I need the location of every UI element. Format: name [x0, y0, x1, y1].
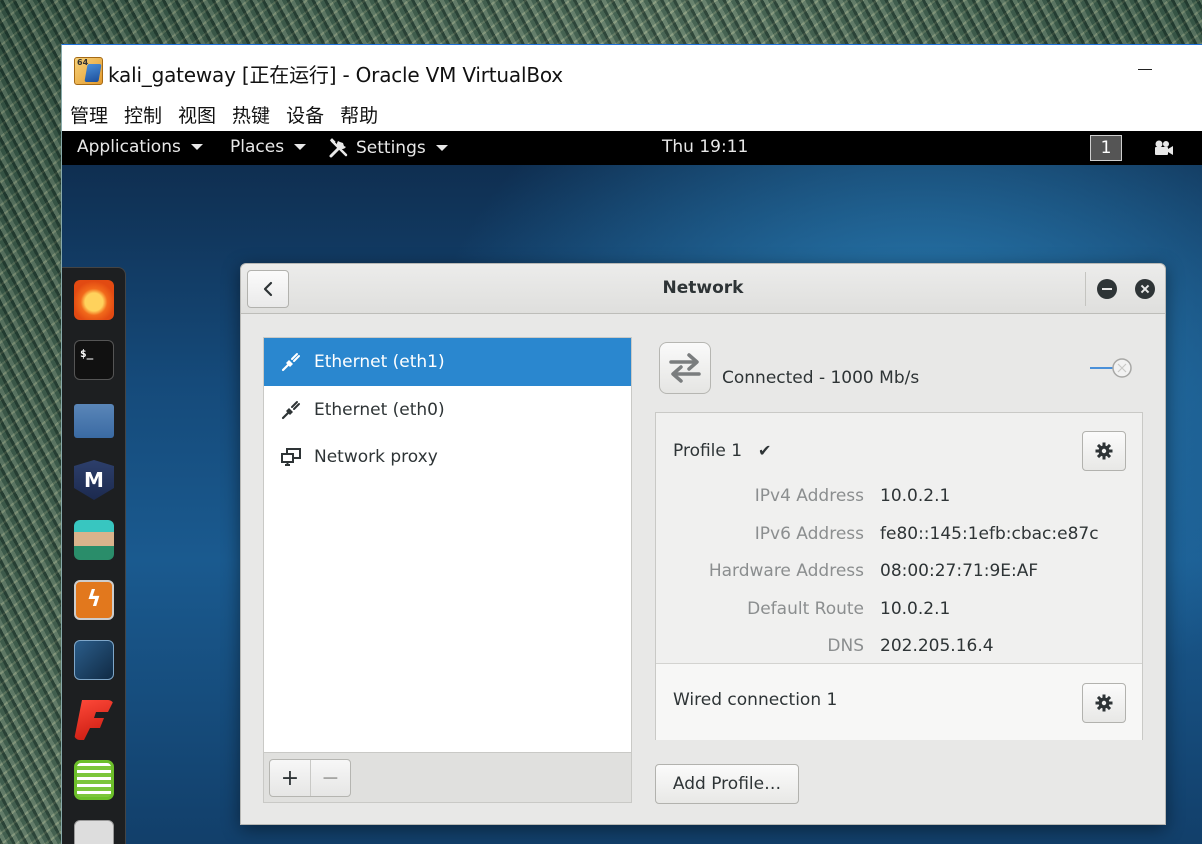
video-camera-icon[interactable] — [1152, 139, 1174, 157]
profile-name: Profile 1 — [673, 441, 743, 461]
device-label: Ethernet (eth1) — [314, 352, 445, 372]
device-row-eth1[interactable]: Ethernet (eth1) — [264, 338, 631, 386]
menu-devices[interactable]: 设备 — [278, 101, 332, 131]
dialog-header[interactable]: Network — [241, 264, 1165, 314]
firefox-icon[interactable] — [74, 280, 114, 320]
virtualbox-window: kali_gateway [正在运行] - Oracle VM VirtualB… — [61, 44, 1202, 844]
vbox-menubar: 管理 控制 视图 热键 设备 帮助 — [62, 101, 386, 131]
show-apps-icon[interactable] — [74, 820, 114, 844]
gnome-top-bar: Applications Places Settings Thu 19:11 1 — [62, 131, 1202, 165]
maltego-icon[interactable] — [74, 640, 114, 680]
gear-icon — [1095, 442, 1113, 460]
hardware-address-label: Hardware Address — [708, 561, 864, 581]
ipv6-value: fe80::145:1efb:cbac:e87c — [880, 524, 1099, 544]
files-icon[interactable] — [74, 404, 114, 438]
dock: $_ M ϟ — [62, 267, 126, 844]
device-list: Ethernet (eth1) Ethernet (eth0) Network … — [263, 337, 632, 753]
transfer-arrows-icon — [669, 353, 701, 383]
device-label: Ethernet (eth0) — [314, 400, 445, 420]
hardware-address-row: Hardware Address 08:00:27:71:9E:AF — [656, 561, 1142, 585]
ipv4-row: IPv4 Address 10.0.2.1 — [656, 486, 1142, 510]
leafpad-icon[interactable] — [74, 760, 114, 800]
burpsuite-icon[interactable]: ϟ — [74, 580, 114, 620]
workspace-indicator[interactable]: 1 — [1090, 135, 1122, 161]
dns-value: 202.205.16.4 — [880, 636, 994, 656]
active-check-icon: ✔ — [758, 441, 772, 460]
default-route-value: 10.0.2.1 — [880, 599, 951, 619]
dns-label: DNS — [827, 636, 864, 656]
menu-help[interactable]: 帮助 — [332, 101, 386, 131]
guest-desktop: Applications Places Settings Thu 19:11 1… — [62, 131, 1202, 844]
wired-plug-icon — [281, 401, 300, 420]
add-profile-button[interactable]: Add Profile… — [655, 764, 799, 804]
network-proxy-icon — [281, 448, 301, 466]
menu-control[interactable]: 控制 — [116, 101, 170, 131]
menu-manage[interactable]: 管理 — [62, 101, 116, 131]
armitage-icon[interactable] — [74, 520, 114, 560]
menu-hotkeys[interactable]: 热键 — [224, 101, 278, 131]
connection-icon — [659, 342, 711, 394]
virtualbox-app-icon — [74, 57, 103, 85]
wired-plug-icon — [281, 353, 300, 372]
minimize-window-button[interactable] — [1138, 69, 1152, 70]
dialog-title: Network — [662, 278, 744, 298]
places-label: Places — [230, 137, 285, 157]
metasploit-icon[interactable]: M — [74, 460, 114, 500]
remove-device-button[interactable]: − — [309, 760, 350, 796]
add-device-button[interactable]: + — [270, 760, 310, 796]
clock-label: Thu 19:11 — [662, 137, 749, 157]
connection-toggle-switch[interactable] — [1089, 356, 1135, 380]
default-route-row: Default Route 10.0.2.1 — [656, 599, 1142, 623]
tools-icon — [329, 138, 348, 158]
dns-row: DNS 202.205.16.4 — [656, 636, 1142, 660]
ipv6-row: IPv6 Address fe80::145:1efb:cbac:e87c — [656, 524, 1142, 548]
device-label: Network proxy — [314, 447, 438, 467]
clock[interactable]: Thu 19:11 — [662, 137, 748, 157]
places-menu[interactable]: Places — [230, 137, 307, 157]
window-title: kali_gateway [正在运行] - Oracle VM VirtualB… — [108, 63, 563, 87]
profile-panel: Profile 1 ✔ IPv4 Address 10.0.2.1 IPv6 A… — [655, 412, 1143, 740]
settings-menu[interactable]: Settings — [328, 137, 448, 159]
ipv4-value: 10.0.2.1 — [880, 486, 951, 506]
terminal-icon[interactable]: $_ — [74, 340, 114, 380]
header-separator — [1085, 272, 1086, 306]
profile-settings-button[interactable] — [1082, 431, 1126, 471]
device-row-eth0[interactable]: Ethernet (eth0) — [264, 386, 631, 434]
dropdown-arrow-icon — [435, 145, 448, 151]
wired-connection-row: Wired connection 1 — [656, 664, 1142, 740]
dropdown-arrow-icon — [190, 144, 203, 150]
settings-label: Settings — [356, 138, 426, 158]
network-settings-dialog: Network Ethernet (eth1) Ethernet (eth0) … — [240, 263, 1166, 825]
close-button[interactable] — [1135, 279, 1155, 299]
minimize-button[interactable] — [1097, 279, 1117, 299]
wired-connection-settings-button[interactable] — [1082, 683, 1126, 723]
dropdown-arrow-icon — [294, 144, 307, 150]
ipv6-label: IPv6 Address — [754, 524, 864, 544]
hardware-address-value: 08:00:27:71:9E:AF — [880, 561, 1039, 581]
faraday-icon[interactable] — [74, 700, 114, 740]
applications-menu[interactable]: Applications — [77, 137, 203, 157]
menu-view[interactable]: 视图 — [170, 101, 224, 131]
default-route-label: Default Route — [747, 599, 864, 619]
connection-status: Connected - 1000 Mb/s — [722, 368, 920, 388]
wired-connection-label: Wired connection 1 — [673, 690, 838, 710]
gear-icon — [1095, 694, 1113, 712]
window-titlebar[interactable]: kali_gateway [正在运行] - Oracle VM VirtualB… — [62, 45, 1202, 97]
applications-label: Applications — [77, 137, 181, 157]
add-remove-group: + − — [269, 759, 351, 797]
list-toolbar: + − — [263, 753, 632, 803]
device-row-network-proxy[interactable]: Network proxy — [264, 433, 631, 481]
ipv4-label: IPv4 Address — [754, 486, 864, 506]
